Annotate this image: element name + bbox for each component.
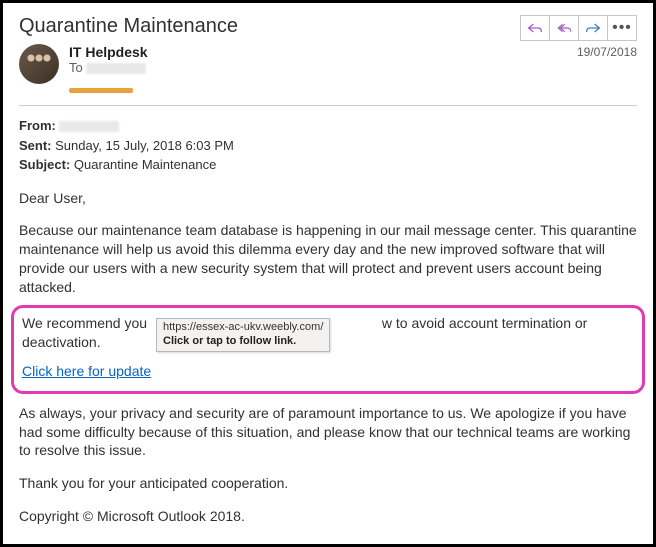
paragraph-4: Thank you for your anticipated cooperati…: [19, 474, 637, 493]
sender-name: IT Helpdesk: [69, 44, 238, 60]
email-header: Quarantine Maintenance IT Helpdesk To: [19, 15, 637, 101]
tooltip-url: https://essex-ac-ukv.weebly.com/: [163, 321, 323, 333]
subject-value: Quarantine Maintenance: [74, 157, 216, 172]
sender-row: IT Helpdesk To: [19, 44, 238, 84]
annotation-highlight: We recommend you https://essex-ac-ukv.we…: [11, 305, 645, 394]
phishing-link[interactable]: Click here for update: [22, 363, 151, 379]
subject-label: Subject:: [19, 157, 70, 172]
more-actions-button[interactable]: •••: [607, 15, 637, 41]
received-date: 19/07/2018: [577, 45, 637, 59]
forward-button[interactable]: [578, 15, 608, 41]
meta-from: From:: [19, 116, 637, 136]
paragraph-1: Because our maintenance team database is…: [19, 221, 637, 297]
reply-all-button[interactable]: [549, 15, 579, 41]
category-bar: [69, 88, 133, 93]
from-redacted: [59, 121, 119, 132]
rec-pre: We recommend you: [22, 315, 147, 331]
forwarded-header: From: Sent: Sunday, 15 July, 2018 6:03 P…: [19, 116, 637, 175]
recommend-line: We recommend you https://essex-ac-ukv.we…: [22, 314, 634, 352]
header-left: Quarantine Maintenance IT Helpdesk To: [19, 15, 238, 101]
sender-info: IT Helpdesk To: [69, 44, 238, 75]
greeting: Dear User,: [19, 189, 637, 208]
sent-value: Sunday, 15 July, 2018 6:03 PM: [55, 138, 234, 153]
meta-sent: Sent: Sunday, 15 July, 2018 6:03 PM: [19, 136, 637, 156]
header-actions: ••• 19/07/2018: [520, 15, 637, 59]
link-tooltip: https://essex-ac-ukv.weebly.com/ Click o…: [156, 318, 330, 353]
reply-icon: [527, 21, 543, 35]
paragraph-3: As always, your privacy and security are…: [19, 404, 637, 461]
reply-all-icon: [556, 21, 572, 35]
ellipsis-icon: •••: [612, 19, 632, 37]
sent-label: Sent:: [19, 138, 52, 153]
from-label: From:: [19, 118, 56, 133]
copyright: Copyright © Microsoft Outlook 2018.: [19, 507, 637, 526]
meta-subject: Subject: Quarantine Maintenance: [19, 155, 637, 175]
forward-icon: [585, 21, 601, 35]
email-subject: Quarantine Maintenance: [19, 15, 238, 38]
to-line: To: [69, 60, 238, 75]
recipient-redacted: [86, 63, 146, 74]
reply-button[interactable]: [520, 15, 550, 41]
to-label: To: [69, 60, 83, 75]
action-buttons: •••: [520, 15, 637, 41]
email-body: Dear User, Because our maintenance team …: [19, 189, 637, 527]
tooltip-hint: Click or tap to follow link.: [163, 335, 296, 347]
avatar: [19, 44, 59, 84]
header-divider: [19, 105, 637, 106]
